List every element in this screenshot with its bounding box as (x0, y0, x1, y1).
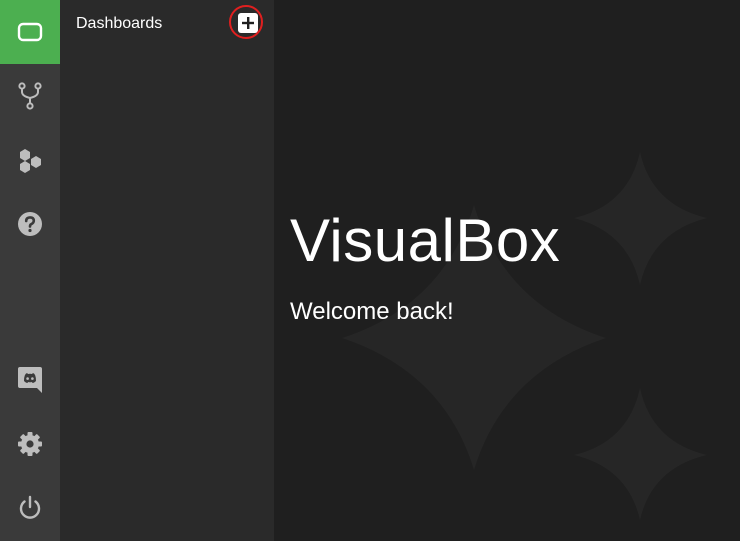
welcome-panel: VisualBox Welcome back! (274, 0, 740, 541)
add-dashboard-button[interactable] (238, 13, 258, 33)
app-title: VisualBox (290, 207, 561, 274)
rail-settings-button[interactable] (0, 412, 60, 476)
rail-dashboards-button[interactable] (0, 0, 60, 64)
rail-logout-button[interactable] (0, 476, 60, 540)
rail-modules-button[interactable] (0, 128, 60, 192)
welcome-message: Welcome back! (290, 298, 454, 325)
flow-icon (18, 82, 42, 110)
dashboard-icon (17, 22, 43, 42)
plus-icon (242, 17, 254, 29)
dashboards-sidebar: Dashboards (60, 0, 274, 541)
rail-discord-button[interactable] (0, 348, 60, 412)
sidebar-title: Dashboards (76, 15, 163, 32)
icon-rail (0, 0, 60, 541)
gear-icon (18, 432, 42, 456)
discord-icon (18, 367, 42, 393)
rail-flows-button[interactable] (0, 64, 60, 128)
help-icon (18, 212, 42, 236)
hexagons-icon (20, 149, 41, 173)
power-icon (19, 495, 41, 519)
rail-help-button[interactable] (0, 192, 60, 256)
